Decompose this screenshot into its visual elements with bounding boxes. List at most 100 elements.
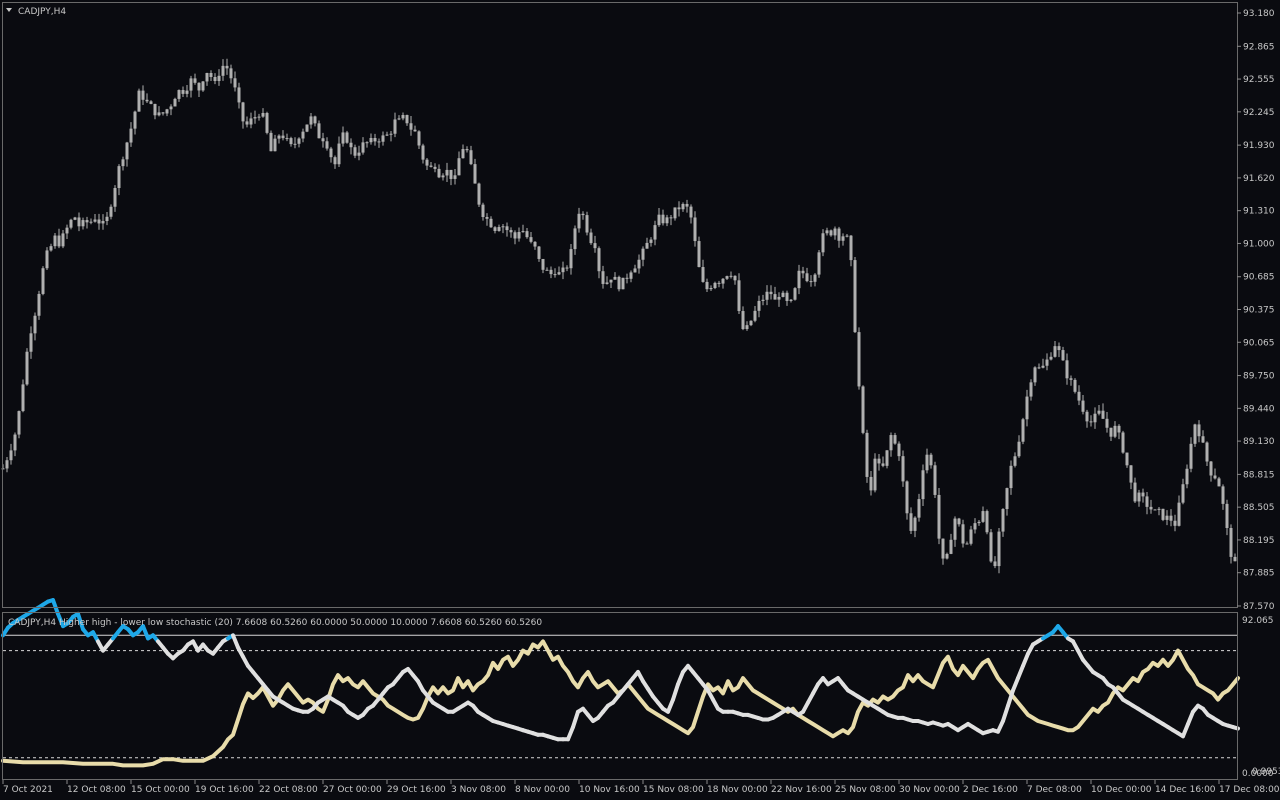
candle-body (989, 532, 993, 562)
candle-body (1101, 410, 1105, 419)
candle-body (177, 90, 181, 99)
candle-body (101, 221, 105, 224)
candle-body (837, 228, 841, 241)
candle-body (897, 443, 901, 457)
candle-body (953, 518, 957, 540)
candle-body (877, 458, 881, 464)
candle-body (509, 230, 513, 233)
candle-body (173, 98, 177, 107)
indicator-axis-overlap-label: 0.9953 (1252, 767, 1280, 777)
candle-body (1109, 427, 1113, 437)
candle-body (973, 523, 977, 530)
time-tick-label: 15 Nov 08:00 (643, 785, 704, 795)
candle-body (1205, 442, 1209, 462)
candle-body (1169, 515, 1173, 521)
candle-body (801, 270, 805, 274)
price-tick-label: 88.195 (1243, 536, 1275, 546)
candle-body (681, 203, 685, 210)
candle-body (849, 235, 853, 261)
time-tick-label: 22 Oct 08:00 (259, 785, 318, 795)
candle-body (125, 142, 129, 160)
candle-body (281, 135, 285, 139)
candle-body (205, 73, 209, 82)
candle-body (605, 282, 609, 284)
time-tick-label: 14 Dec 16:00 (1155, 785, 1216, 795)
candle-body (377, 141, 381, 143)
candle-body (673, 207, 677, 219)
candle-body (1033, 367, 1037, 383)
candle-body (209, 73, 213, 77)
candle-body (425, 159, 429, 166)
candle-body (57, 235, 61, 247)
candle-body (321, 138, 325, 142)
candle-body (17, 411, 21, 435)
candle-body (1005, 488, 1009, 510)
price-tick-label: 90.375 (1243, 306, 1275, 316)
candle-body (1113, 425, 1117, 437)
candle-body (337, 143, 341, 165)
candle-body (809, 281, 813, 283)
candle-body (993, 561, 997, 567)
candle-body (249, 118, 253, 125)
candle-body (73, 217, 77, 220)
candle-body (1065, 360, 1069, 379)
candle-body (1157, 508, 1161, 510)
candle-body (457, 158, 461, 176)
candle-body (237, 87, 241, 103)
time-tick-label: 2 Dec 16:00 (963, 785, 1018, 795)
candle-body (885, 450, 889, 466)
candle-body (181, 90, 185, 94)
candle-body (1049, 356, 1053, 360)
time-tick-label: 7 Dec 08:00 (1027, 785, 1082, 795)
candle-body (137, 90, 141, 112)
candle-body (869, 476, 873, 491)
indicator-title: CADJPY,H4 Higher high - lower low stocha… (8, 618, 542, 628)
candle-body (545, 269, 549, 271)
candle-body (1105, 418, 1109, 428)
candle-body (117, 166, 121, 189)
candle-body (145, 99, 149, 102)
candle-body (277, 135, 281, 139)
candle-body (333, 157, 337, 165)
candle-body (1225, 503, 1229, 529)
candle-body (721, 278, 725, 284)
candle-body (169, 106, 173, 110)
candle-body (1025, 396, 1029, 420)
candle-body (653, 225, 657, 240)
candle-body (405, 115, 409, 124)
candle-body (641, 248, 645, 260)
candle-body (1197, 424, 1201, 437)
candle-body (413, 129, 417, 132)
candle-body (737, 280, 741, 312)
candle-body (305, 124, 309, 132)
candle-body (1069, 378, 1073, 380)
price-tick-label: 92.555 (1243, 75, 1275, 85)
price-tick-label: 91.000 (1243, 239, 1275, 249)
candle-body (873, 458, 877, 491)
candle-body (773, 294, 777, 300)
candle-body (293, 143, 297, 145)
time-tick-label: 12 Oct 08:00 (67, 785, 126, 795)
time-tick-label: 30 Nov 00:00 (899, 785, 960, 795)
candle-body (161, 112, 165, 114)
candle-body (477, 183, 481, 205)
candle-body (89, 221, 93, 223)
candle-body (577, 213, 581, 229)
time-tick-label: 17 Dec 08:00 (1219, 785, 1280, 795)
price-tick-label: 90.685 (1243, 273, 1275, 283)
candle-body (429, 165, 433, 167)
candle-body (105, 216, 109, 222)
candle-body (1009, 465, 1013, 489)
candle-body (193, 78, 197, 83)
candle-body (925, 454, 929, 471)
candle-body (1077, 391, 1081, 401)
candle-body (1193, 424, 1197, 444)
candle-body (1041, 365, 1045, 368)
candle-body (1181, 484, 1185, 503)
candle-body (93, 219, 97, 222)
candle-body (733, 275, 737, 281)
candle-body (1201, 436, 1205, 443)
price-tick-label: 87.570 (1243, 602, 1275, 612)
candle-body (853, 260, 857, 333)
candle-body (37, 293, 41, 316)
